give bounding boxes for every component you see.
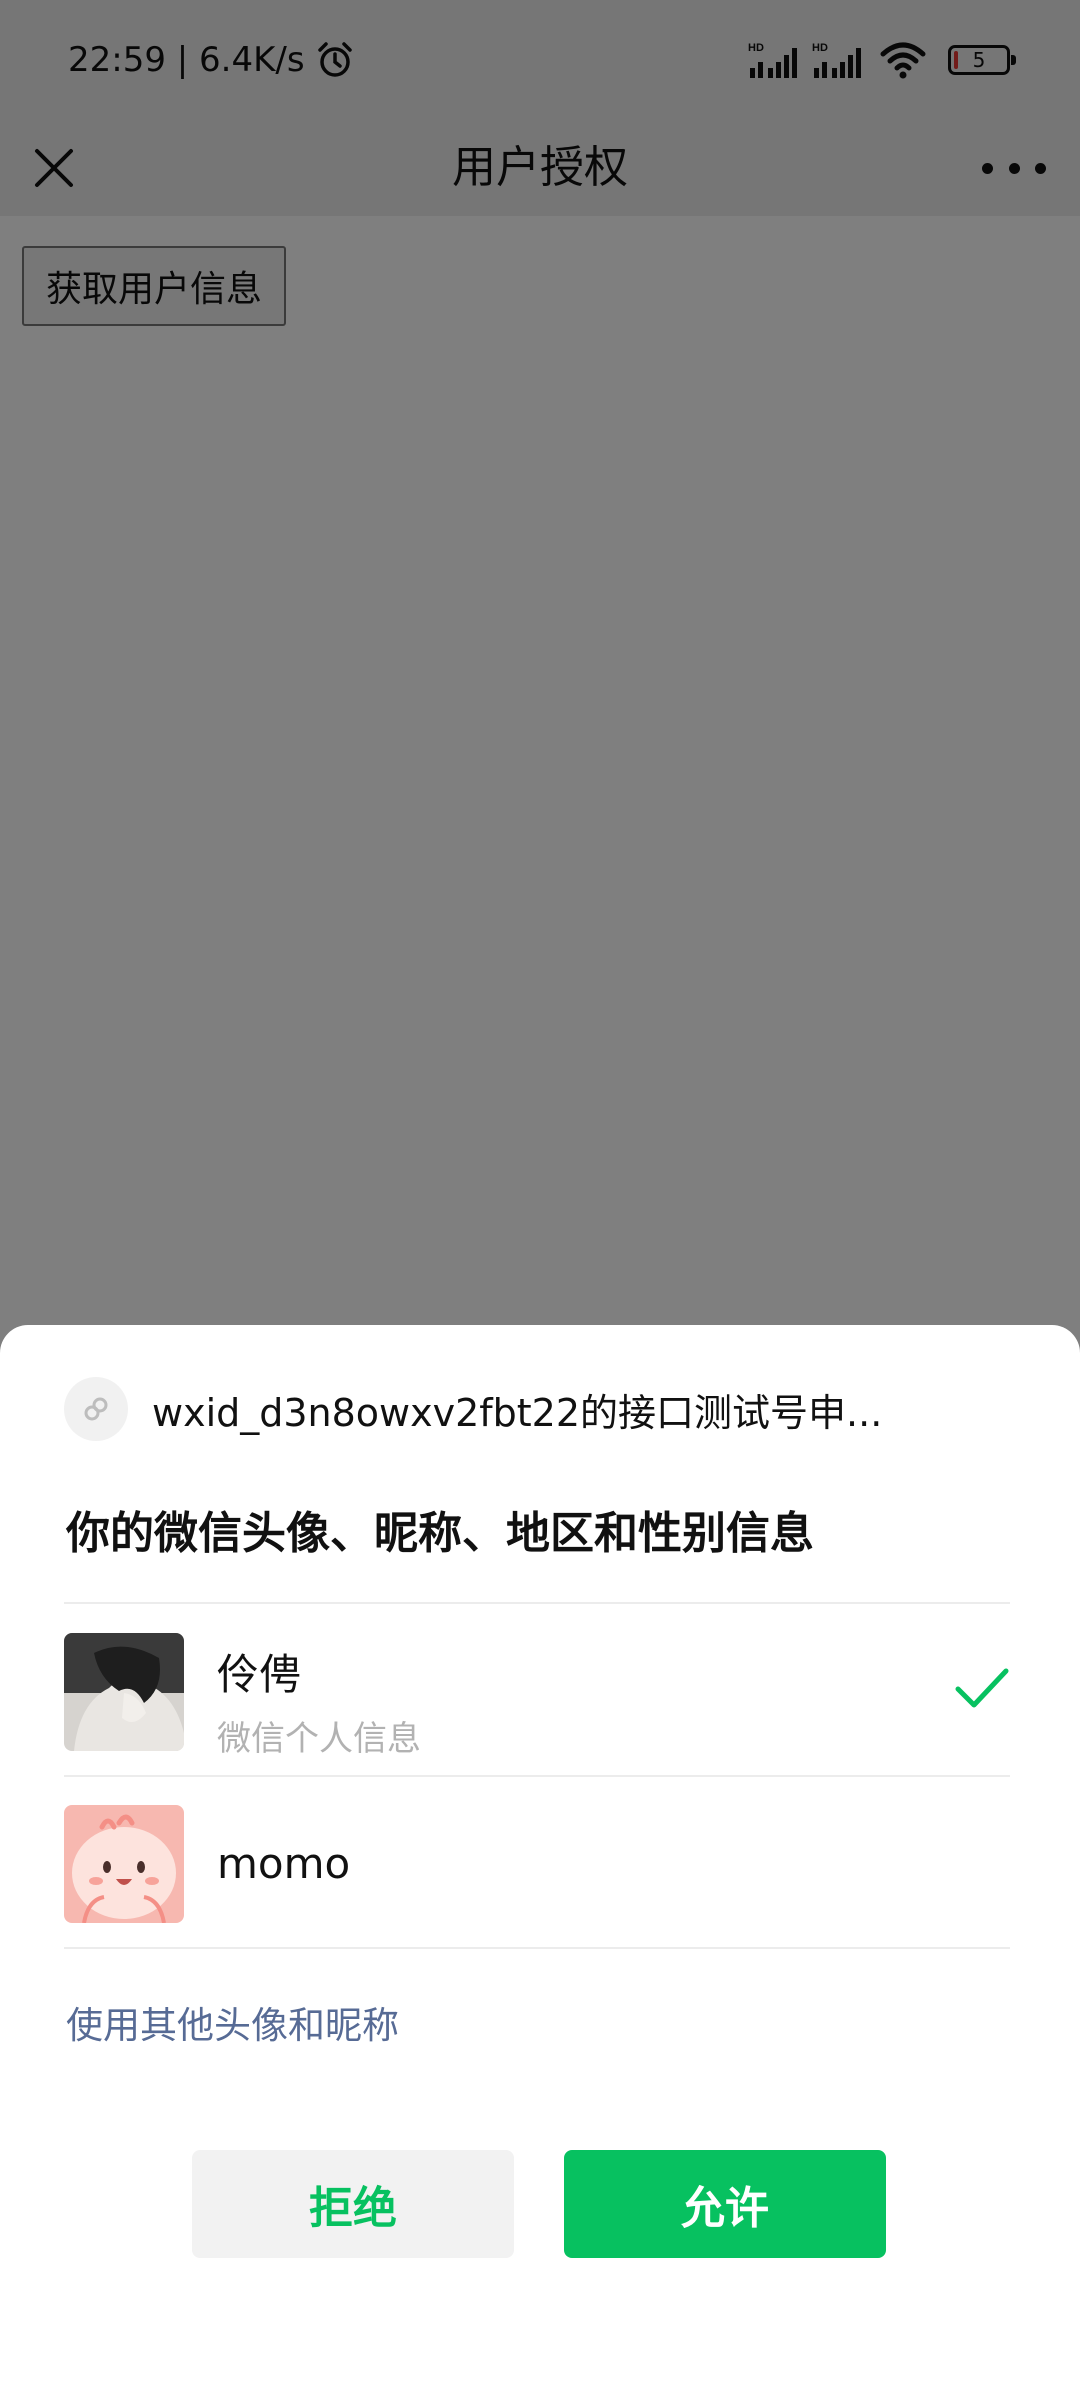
allow-button[interactable]: 允许 [564, 2150, 886, 2258]
use-other-avatar-link[interactable]: 使用其他头像和昵称 [66, 1995, 399, 2049]
app-name: wxid_d3n8owxv2fbt22的接口测试号申... [152, 1390, 883, 1435]
avatar [64, 1805, 184, 1923]
authorization-sheet: wxid_d3n8owxv2fbt22的接口测试号申... 你的微信头像、昵称、… [0, 1325, 1080, 2400]
account-name: momo [217, 1839, 351, 1888]
check-icon [955, 1668, 1009, 1708]
account-row[interactable]: 伶俜 微信个人信息 [64, 1605, 1010, 1775]
account-row[interactable]: momo [64, 1777, 1010, 1947]
reject-button[interactable]: 拒绝 [192, 2150, 514, 2258]
account-name: 伶俜 [217, 1650, 302, 1699]
mini-program-icon [64, 1377, 128, 1441]
avatar [64, 1633, 184, 1751]
divider [64, 1947, 1010, 1949]
account-subtitle: 微信个人信息 [217, 1719, 421, 1759]
divider [64, 1602, 1010, 1604]
app-row: wxid_d3n8owxv2fbt22的接口测试号申... [64, 1377, 1020, 1441]
scope-title: 你的微信头像、昵称、地区和性别信息 [66, 1508, 814, 1559]
